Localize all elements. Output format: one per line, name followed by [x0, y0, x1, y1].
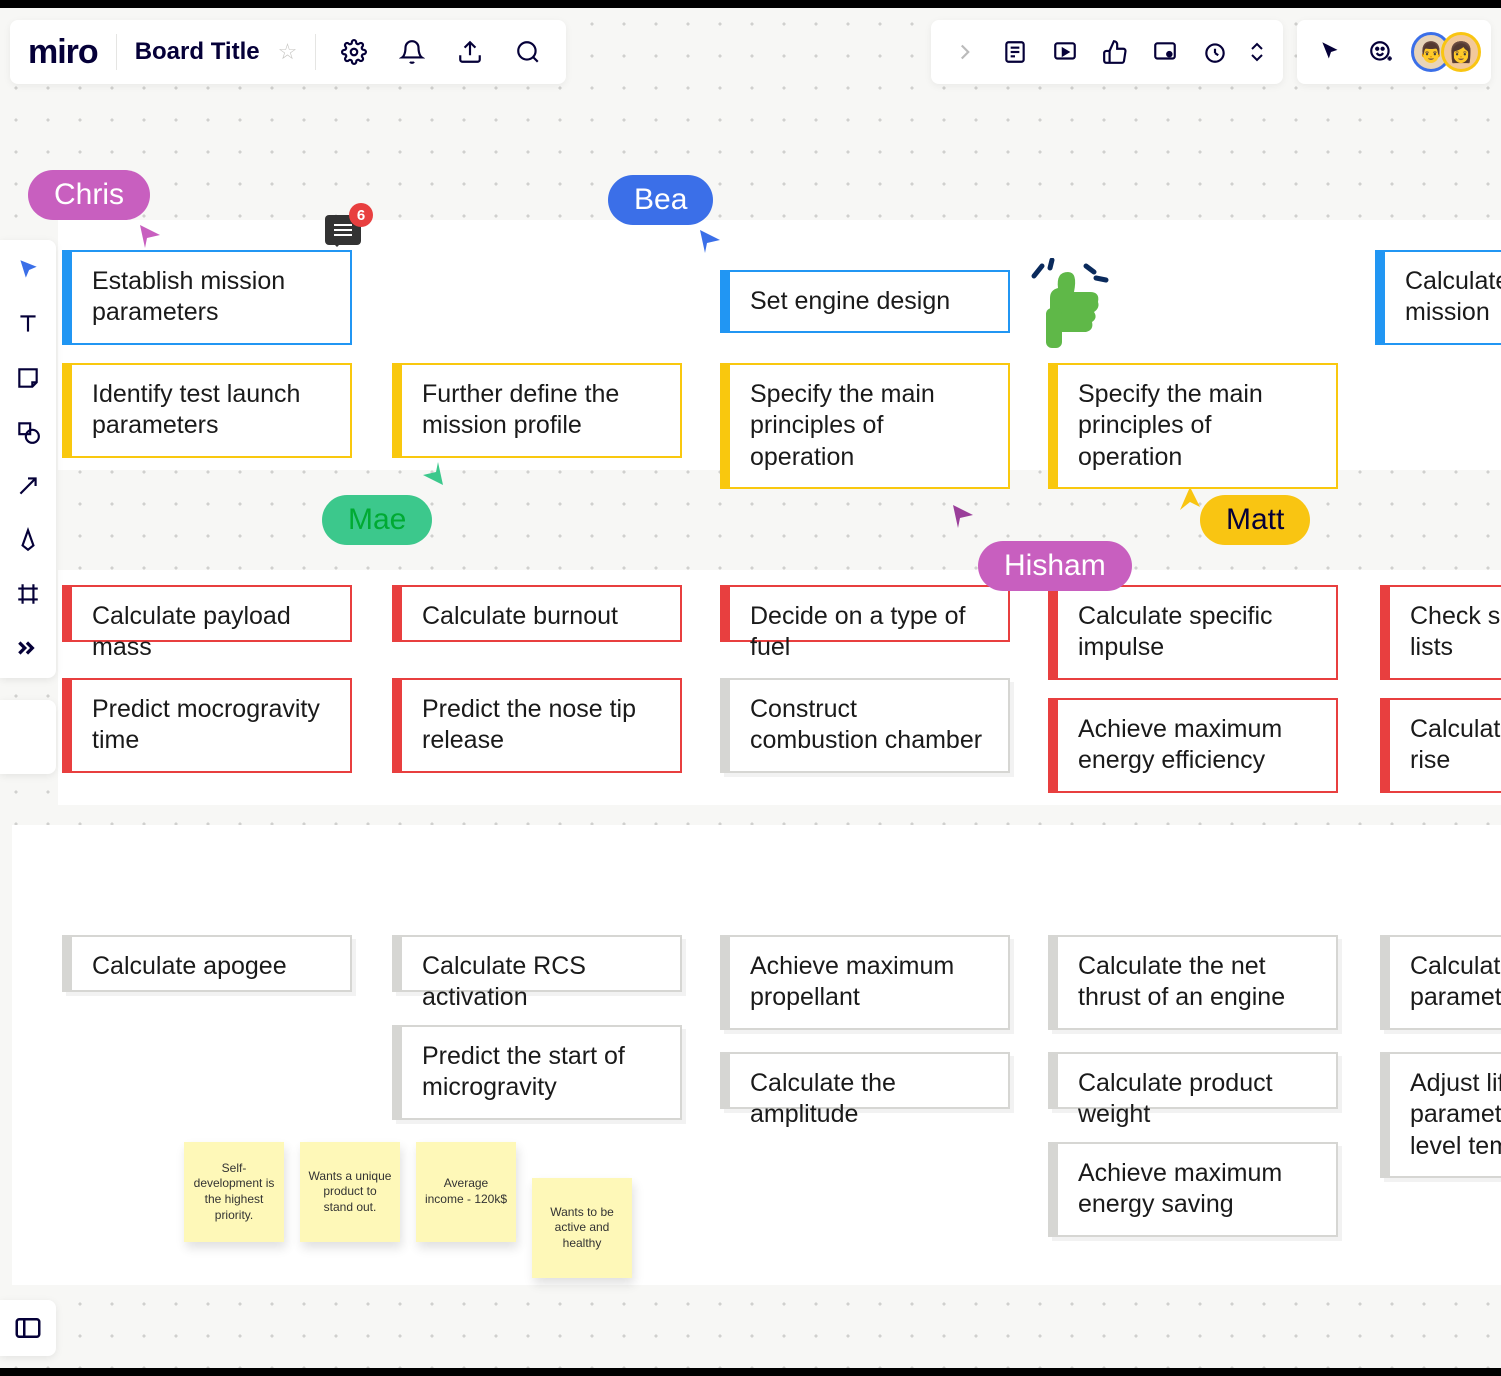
pen-tool[interactable]: [10, 522, 46, 558]
export-icon[interactable]: [450, 32, 490, 72]
map-toggle[interactable]: [0, 1300, 56, 1356]
card-adjust-life[interactable]: Adjust life parameter level temp: [1380, 1052, 1501, 1178]
cursor-arrow-chris: [135, 220, 165, 250]
cursor-arrow-mae: [418, 460, 448, 490]
reactions-icon[interactable]: [1361, 32, 1401, 72]
card-decide-fuel[interactable]: Decide on a type of fuel: [720, 585, 1010, 642]
sticky-note-4[interactable]: Wants to be active and healthy: [532, 1178, 632, 1278]
card-calculate-burnout[interactable]: Calculate burnout: [392, 585, 682, 642]
card-calculate-net-thrust[interactable]: Calculate the net thrust of an engine: [1048, 935, 1338, 1030]
miro-logo[interactable]: miro: [28, 33, 98, 72]
frame-tool[interactable]: [10, 576, 46, 612]
card-predict-start-micro[interactable]: Predict the start of microgravity: [392, 1025, 682, 1120]
collaborator-avatars[interactable]: 👨 👩: [1411, 32, 1481, 72]
chevron-right-icon[interactable]: [945, 32, 985, 72]
sticky-note-2[interactable]: Wants a unique product to stand out.: [300, 1142, 400, 1242]
card-check-shi[interactable]: Check shi lists: [1380, 585, 1501, 680]
card-achieve-max-propellant[interactable]: Achieve maximum propellant: [720, 935, 1010, 1030]
board-title[interactable]: Board Title: [135, 38, 260, 66]
card-calculate-mission[interactable]: Calculate mission: [1375, 250, 1501, 345]
card-calculate-product-weight[interactable]: Calculate product weight: [1048, 1052, 1338, 1109]
card-calculate-apogee[interactable]: Calculate apogee: [62, 935, 352, 992]
thumbs-up-icon[interactable]: [1095, 32, 1135, 72]
cursor-label-mae: Mae: [322, 495, 432, 545]
cursor-badge-icon[interactable]: [1311, 32, 1351, 72]
card-construct-combustion[interactable]: Construct combustion chamber: [720, 678, 1010, 773]
card-further-define[interactable]: Further define the mission profile: [392, 363, 682, 458]
card-calculate-rcs[interactable]: Calculate RCS activation: [392, 935, 682, 992]
card-specify-principles-1[interactable]: Specify the main principles of operation: [720, 363, 1010, 489]
card-predict-nose[interactable]: Predict the nose tip release: [392, 678, 682, 773]
card-identify-test[interactable]: Identify test launch parameters: [62, 363, 352, 458]
shape-tool[interactable]: [10, 414, 46, 450]
settings-icon[interactable]: [334, 32, 374, 72]
comment-thread-badge[interactable]: 6: [325, 215, 361, 245]
cursor-label-bea: Bea: [608, 175, 713, 225]
cursor-arrow-matt: [1175, 485, 1205, 515]
more-icon[interactable]: [1245, 32, 1269, 72]
notes-icon[interactable]: [995, 32, 1035, 72]
sticky-note-1[interactable]: Self-development is the highest priority…: [184, 1142, 284, 1242]
card-set-engine[interactable]: Set engine design: [720, 270, 1010, 333]
card-achieve-max-saving[interactable]: Achieve maximum energy saving: [1048, 1142, 1338, 1237]
select-tool[interactable]: [10, 252, 46, 288]
comment-count: 6: [349, 203, 373, 227]
sticky-tool[interactable]: [10, 360, 46, 396]
card-calculate-amplitude[interactable]: Calculate the amplitude: [720, 1052, 1010, 1109]
card-specify-principles-2[interactable]: Specify the main principles of operation: [1048, 363, 1338, 489]
present-icon[interactable]: [1045, 32, 1085, 72]
timer-icon[interactable]: [1195, 32, 1235, 72]
bell-icon[interactable]: [392, 32, 432, 72]
search-icon[interactable]: [508, 32, 548, 72]
card-predict-micro[interactable]: Predict mocrogravity time: [62, 678, 352, 773]
card-establish-mission[interactable]: Establish mission parameters: [62, 250, 352, 345]
undo-toolbar: [0, 700, 56, 774]
cursor-label-hisham: Hisham: [978, 541, 1132, 591]
card-calculate-payload[interactable]: Calculate payload mass: [62, 585, 352, 642]
star-icon[interactable]: ☆: [278, 39, 298, 65]
tools-toolbar: [0, 240, 56, 678]
card-calculate-impulse[interactable]: Calculate specific impulse: [1048, 585, 1338, 680]
more-tools[interactable]: [10, 630, 46, 666]
card-calculate-c-param[interactable]: Calculate c parameter: [1380, 935, 1501, 1030]
sticky-note-3[interactable]: Average income - 120k$: [416, 1142, 516, 1242]
thumbs-up-reaction: [1028, 258, 1118, 363]
arrow-tool[interactable]: [10, 468, 46, 504]
text-tool[interactable]: [10, 306, 46, 342]
card-achieve-max-energy[interactable]: Achieve maximum energy efficiency: [1048, 698, 1338, 793]
cursor-label-matt: Matt: [1200, 495, 1310, 545]
card-calculate-rise[interactable]: Calculate rise: [1380, 698, 1501, 793]
comment-icon[interactable]: [1145, 32, 1185, 72]
cursor-label-chris: Chris: [28, 170, 150, 220]
cursor-arrow-bea: [695, 225, 725, 255]
cursor-arrow-hisham: [948, 500, 978, 530]
